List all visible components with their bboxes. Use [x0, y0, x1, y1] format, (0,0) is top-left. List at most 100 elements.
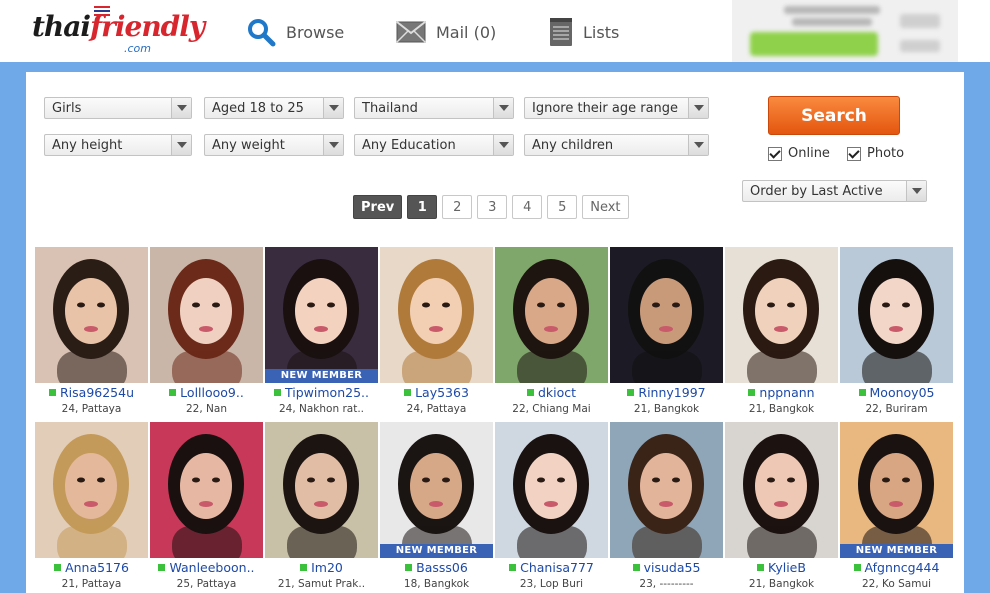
profile-card[interactable]: dkioct 22, Chiang Mai [495, 247, 610, 422]
photo-shoulders [517, 351, 587, 383]
profile-card[interactable]: nppnann 21, Bangkok [725, 247, 840, 422]
photo-eye [902, 302, 910, 308]
profile-photo[interactable] [150, 422, 263, 558]
profile-age-location: 24, Nakhon rat.. [278, 403, 365, 415]
profile-name-link[interactable]: Im20 [265, 560, 378, 575]
next-page-button[interactable]: Next [582, 195, 629, 219]
page-4-button[interactable]: 4 [512, 195, 543, 219]
search-button[interactable]: Search [768, 96, 900, 135]
profile-card[interactable]: Chanisa777 23, Lop Buri [495, 422, 610, 593]
online-status-icon [757, 564, 765, 571]
profile-name-link[interactable]: nppnann [725, 385, 838, 400]
photo-eye [212, 302, 220, 308]
profile-name-link[interactable]: Lolllooo9.. [150, 385, 263, 400]
page-2-button[interactable]: 2 [442, 195, 473, 219]
profile-card[interactable]: KylieB 21, Bangkok [725, 422, 840, 593]
profile-photo-image [495, 247, 608, 383]
photo-eye [442, 477, 450, 483]
photo-shoulders [747, 526, 817, 558]
profile-name-link[interactable]: Moonoy05 [840, 385, 953, 400]
profile-card[interactable]: NEW MEMBER Basss06 18, Bangkok [380, 422, 495, 593]
profile-photo[interactable] [495, 422, 608, 558]
profile-photo[interactable] [265, 422, 378, 558]
photo-shoulders [747, 351, 817, 383]
profile-card[interactable]: Lolllooo9.. 22, Nan [150, 247, 265, 422]
site-logo[interactable]: thaifriendly .com [32, 6, 205, 58]
dropdown-arrow-icon [171, 98, 191, 118]
new-member-badge: NEW MEMBER [380, 544, 493, 558]
height-select[interactable]: Any height [44, 134, 192, 156]
children-select[interactable]: Any children [524, 134, 709, 156]
online-checkbox[interactable]: Online [768, 146, 830, 161]
page-1-button[interactable]: 1 [407, 195, 438, 219]
profile-name-link[interactable]: Rinny1997 [610, 385, 723, 400]
profile-photo-image [725, 247, 838, 383]
photo-lips [889, 326, 903, 332]
profile-card[interactable]: Wanleeboon.. 25, Pattaya [150, 422, 265, 593]
profile-card[interactable]: Risa96254u 24, Pattaya [35, 247, 150, 422]
age-select[interactable]: Aged 18 to 25 [204, 97, 344, 119]
profile-name-link[interactable]: Basss06 [380, 560, 493, 575]
new-member-badge: NEW MEMBER [840, 544, 953, 558]
profile-card[interactable]: visuda55 23, --------- [610, 422, 725, 593]
prev-page-button[interactable]: Prev [353, 195, 403, 219]
photo-shoulders [402, 351, 472, 383]
profile-card[interactable]: Moonoy05 22, Buriram [840, 247, 955, 422]
photo-eye [652, 477, 660, 483]
profile-age-location: 21, Pattaya [61, 578, 122, 590]
profile-card[interactable]: NEW MEMBER Afgnncg444 22, Ko Samui [840, 422, 955, 593]
photo-lips [659, 501, 673, 507]
nav-browse[interactable]: Browse [246, 16, 344, 48]
gender-select[interactable]: Girls [44, 97, 192, 119]
profile-photo[interactable]: NEW MEMBER [840, 422, 953, 558]
profile-card[interactable]: Im20 21, Samut Prak.. [265, 422, 380, 593]
profile-photo[interactable] [610, 422, 723, 558]
photo-face [410, 278, 462, 344]
online-status-icon [748, 389, 756, 396]
weight-select[interactable]: Any weight [204, 134, 344, 156]
profile-photo[interactable] [380, 247, 493, 383]
photo-eye [97, 477, 105, 483]
blurred-promo-banner[interactable] [732, 0, 958, 62]
profile-name-link[interactable]: Risa96254u [35, 385, 148, 400]
nav-lists[interactable]: Lists [549, 16, 619, 48]
page-5-button[interactable]: 5 [547, 195, 578, 219]
profile-card[interactable]: Lay5363 24, Pattaya [380, 247, 495, 422]
profile-name-link[interactable]: Afgnncg444 [840, 560, 953, 575]
profile-name-link[interactable]: Lay5363 [380, 385, 493, 400]
profile-photo[interactable] [35, 247, 148, 383]
profile-photo[interactable]: NEW MEMBER [265, 247, 378, 383]
country-select[interactable]: Thailand [354, 97, 514, 119]
profile-card[interactable]: NEW MEMBER Tipwimon25.. 24, Nakhon rat.. [265, 247, 380, 422]
page-3-button[interactable]: 3 [477, 195, 508, 219]
profile-age-location: 24, Pattaya [61, 403, 122, 415]
age-range-select[interactable]: Ignore their age range [524, 97, 709, 119]
profile-card[interactable]: Rinny1997 21, Bangkok [610, 247, 725, 422]
profile-name-link[interactable]: Tipwimon25.. [265, 385, 378, 400]
profile-name-link[interactable]: Chanisa777 [495, 560, 608, 575]
order-by-select[interactable]: Order by Last Active [742, 180, 927, 202]
profile-name-link[interactable]: dkioct [495, 385, 608, 400]
nav-browse-label: Browse [286, 22, 345, 42]
profile-photo[interactable] [610, 247, 723, 383]
profile-photo[interactable] [725, 247, 838, 383]
children-select-value: Any children [532, 137, 614, 153]
profile-photo[interactable] [35, 422, 148, 558]
photo-eye [652, 302, 660, 308]
profile-card[interactable]: Anna5176 21, Pattaya [35, 422, 150, 593]
education-select[interactable]: Any Education [354, 134, 514, 156]
profile-photo[interactable] [495, 247, 608, 383]
profile-photo[interactable]: NEW MEMBER [380, 422, 493, 558]
online-status-icon [526, 389, 534, 396]
nav-mail[interactable]: Mail (0) [396, 16, 496, 48]
profile-name: Im20 [311, 560, 343, 575]
profile-photo[interactable] [725, 422, 838, 558]
profile-name-link[interactable]: visuda55 [610, 560, 723, 575]
profile-photo[interactable] [840, 247, 953, 383]
photo-checkbox[interactable]: Photo [847, 146, 904, 161]
profile-name-link[interactable]: KylieB [725, 560, 838, 575]
photo-face [755, 278, 807, 344]
profile-name-link[interactable]: Anna5176 [35, 560, 148, 575]
profile-photo[interactable] [150, 247, 263, 383]
profile-name-link[interactable]: Wanleeboon.. [150, 560, 263, 575]
